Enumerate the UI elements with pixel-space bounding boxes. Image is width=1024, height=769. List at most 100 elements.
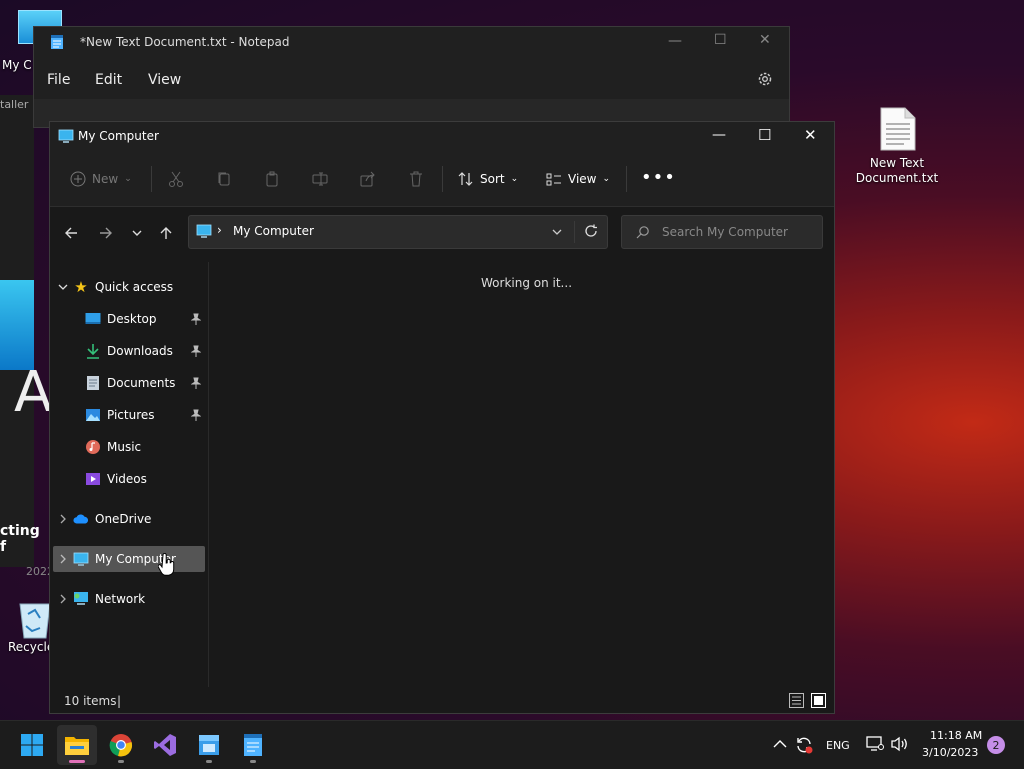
pin-icon[interactable]: [191, 377, 201, 389]
clock-date[interactable]: 3/10/2023: [922, 746, 978, 759]
large-icons-view-icon[interactable]: [811, 693, 826, 708]
up-button[interactable]: [156, 223, 176, 243]
rename-icon[interactable]: [312, 171, 328, 187]
window-title: My Computer: [78, 129, 159, 143]
sync-icon[interactable]: [794, 735, 814, 755]
breadcrumb-my-computer[interactable]: My Computer: [233, 224, 314, 238]
toolbar-divider: [151, 166, 152, 192]
sidebar-item-onedrive[interactable]: OneDrive: [53, 506, 205, 532]
chevron-down-icon: ⌄: [602, 174, 611, 184]
taskbar-chrome[interactable]: [101, 725, 141, 765]
running-indicator: [206, 760, 212, 763]
delete-icon[interactable]: [408, 171, 424, 187]
details-view-icon[interactable]: [789, 693, 804, 708]
sort-button[interactable]: Sort ⌄: [458, 164, 518, 194]
windows-logo-icon: [21, 734, 43, 756]
address-bar[interactable]: › My Computer: [188, 215, 608, 249]
view-button-label: View: [568, 172, 597, 186]
chevron-down-icon: ⌄: [510, 174, 519, 184]
notepad-icon: [244, 734, 262, 756]
pin-icon[interactable]: [191, 409, 201, 421]
desktop-icon-label: New Text Document.txt: [855, 156, 939, 185]
refresh-icon[interactable]: [584, 224, 598, 238]
arrow-right-icon: [100, 227, 112, 239]
video-icon: [85, 471, 101, 487]
menu-view[interactable]: View: [148, 72, 181, 88]
sidebar-item-label: Documents: [107, 376, 176, 390]
language-indicator[interactable]: ENG: [826, 739, 850, 752]
menu-file[interactable]: File: [47, 72, 70, 88]
start-button[interactable]: [12, 725, 52, 765]
download-icon: [85, 343, 101, 359]
sidebar-item-quick-access[interactable]: ★ Quick access: [53, 274, 205, 300]
notification-badge[interactable]: 2: [987, 736, 1005, 754]
sidebar-item-label: Videos: [107, 472, 147, 486]
notepad-window[interactable]: *New Text Document.txt - Notepad — ☐ ✕ F…: [33, 26, 790, 128]
recent-locations-button[interactable]: [127, 223, 147, 243]
network-status-icon[interactable]: [866, 736, 884, 752]
maximize-button[interactable]: ☐: [714, 32, 727, 48]
sidebar-item-my-computer[interactable]: My Computer: [53, 546, 205, 572]
copy-icon[interactable]: [216, 171, 232, 187]
clock-time[interactable]: 11:18 AM: [930, 729, 982, 742]
running-indicator: [118, 760, 124, 763]
chevron-right-icon: [60, 594, 66, 604]
item-count: 10 items: [64, 694, 117, 708]
sidebar-item-label: Music: [107, 440, 142, 454]
chevron-right-icon: [60, 514, 66, 524]
close-button[interactable]: ✕: [759, 32, 771, 48]
navigation-pane: ★ Quick access Desktop Downloads Documen…: [50, 262, 208, 687]
monitor-icon: [58, 129, 74, 143]
taskbar-notepad[interactable]: [233, 725, 273, 765]
sidebar-item-music[interactable]: Music: [53, 434, 205, 460]
share-icon[interactable]: [360, 171, 376, 187]
sidebar-item-downloads[interactable]: Downloads: [53, 338, 205, 364]
maximize-button[interactable]: ☐: [758, 126, 771, 144]
sidebar-item-network[interactable]: Network: [53, 586, 205, 612]
active-indicator: [69, 760, 85, 763]
desktop-icon-new-text-document[interactable]: New Text Document.txt: [854, 106, 940, 186]
minimize-button[interactable]: —: [668, 33, 682, 49]
chevron-down-icon: [132, 230, 142, 236]
sidebar-item-pictures[interactable]: Pictures: [53, 402, 205, 428]
pin-icon[interactable]: [191, 313, 201, 325]
volume-icon[interactable]: [890, 736, 910, 752]
pin-icon[interactable]: [191, 345, 201, 357]
minimize-button[interactable]: —: [712, 127, 726, 143]
sidebar-item-desktop[interactable]: Desktop: [53, 306, 205, 332]
chevron-down-icon: ⌄: [124, 174, 132, 184]
pane-divider[interactable]: [208, 262, 209, 687]
cloud-icon: [73, 511, 89, 527]
monitor-icon: [73, 551, 89, 567]
more-options-icon[interactable]: •••: [641, 167, 676, 188]
back-button[interactable]: [61, 223, 81, 243]
new-button[interactable]: New ⌄: [70, 164, 132, 194]
sort-button-label: Sort: [480, 172, 505, 186]
taskbar-installer[interactable]: [189, 725, 229, 765]
menu-edit[interactable]: Edit: [95, 72, 122, 88]
forward-button[interactable]: [96, 223, 116, 243]
cut-icon[interactable]: [168, 171, 184, 187]
sidebar-item-label: OneDrive: [95, 512, 152, 526]
search-placeholder: Search My Computer: [662, 225, 788, 239]
chevron-down-icon[interactable]: [551, 226, 563, 238]
plus-circle-icon: [70, 171, 86, 187]
view-button[interactable]: View ⌄: [546, 164, 610, 194]
desktop-icon: [85, 311, 101, 327]
breadcrumb-separator-icon: ›: [217, 223, 222, 237]
taskbar-file-explorer[interactable]: [57, 725, 97, 765]
chevron-right-icon: [60, 554, 66, 564]
file-explorer-window[interactable]: My Computer — ☐ ✕ New ⌄ Sort ⌄ View ⌄ ••…: [49, 121, 835, 714]
taskbar-visual-studio[interactable]: [145, 725, 185, 765]
close-button[interactable]: ✕: [804, 126, 817, 144]
gear-icon[interactable]: [757, 71, 773, 87]
document-icon: [85, 375, 101, 391]
search-input[interactable]: Search My Computer: [621, 215, 823, 249]
chevron-up-icon[interactable]: [773, 739, 787, 749]
sidebar-item-label: Desktop: [107, 312, 157, 326]
sidebar-item-documents[interactable]: Documents: [53, 370, 205, 396]
sidebar-item-videos[interactable]: Videos: [53, 466, 205, 492]
title-bar[interactable]: My Computer — ☐ ✕: [50, 122, 834, 152]
paste-icon[interactable]: [264, 171, 280, 187]
new-button-label: New: [92, 172, 119, 186]
